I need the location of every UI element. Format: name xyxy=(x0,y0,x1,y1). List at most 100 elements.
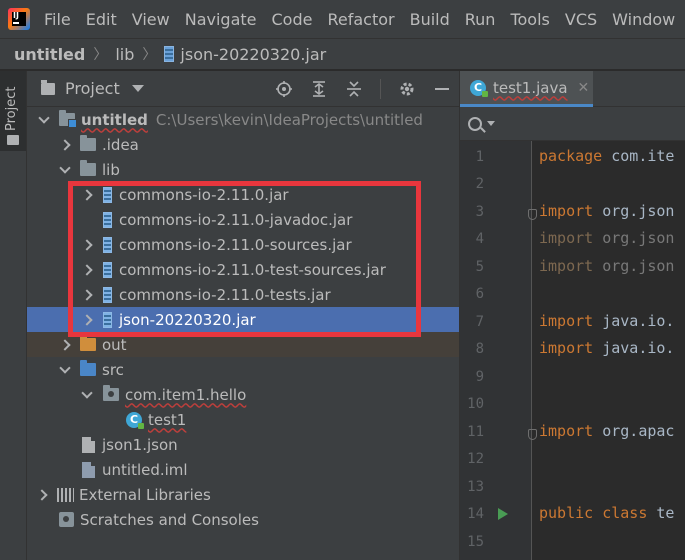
menu-file[interactable]: File xyxy=(44,10,71,29)
chevron-right-icon[interactable] xyxy=(82,290,92,300)
line-number: 5 xyxy=(475,259,484,275)
source-folder-icon xyxy=(80,360,96,376)
panel-toolbar xyxy=(275,71,451,107)
package-icon xyxy=(103,385,119,401)
menu-run[interactable]: Run xyxy=(465,10,496,29)
code-area[interactable]: package com.ite import org.json import o… xyxy=(532,141,685,560)
project-panel-title[interactable]: Project xyxy=(65,79,120,98)
intellij-logo-icon[interactable]: IJ xyxy=(8,8,30,30)
tree-node-iml-file[interactable]: untitled.iml xyxy=(27,457,459,482)
tree-node-jar[interactable]: commons-io-2.11.0-javadoc.jar xyxy=(27,207,459,232)
folder-icon xyxy=(80,135,96,151)
tree-node-root[interactable]: untitled C:\Users\kevin\IdeaProjects\unt… xyxy=(27,107,459,132)
tree-node-jar-selected[interactable]: json-20220320.jar xyxy=(27,307,459,332)
expand-all-icon[interactable] xyxy=(310,80,328,98)
tree-node-jar[interactable]: commons-io-2.11.0.jar xyxy=(27,182,459,207)
tree-label: commons-io-2.11.0-javadoc.jar xyxy=(119,210,353,229)
chevron-right-icon[interactable] xyxy=(82,315,92,325)
project-tool-window-button[interactable]: Project xyxy=(0,71,26,151)
editor-gutter: 1 2 3 4 5 6 7 8 9 10 11 12 13 14 15 xyxy=(460,141,537,560)
jar-icon xyxy=(103,211,112,228)
chevron-right-icon[interactable] xyxy=(60,340,70,350)
iml-file-icon xyxy=(82,461,95,478)
breadcrumb-folder[interactable]: lib xyxy=(115,45,134,64)
menu-window[interactable]: Window xyxy=(612,10,675,29)
chevron-right-icon[interactable] xyxy=(82,240,92,250)
breadcrumb: untitled 〉 lib 〉 json-20220320.jar xyxy=(0,38,685,70)
line-number: 3 xyxy=(475,204,484,220)
folder-icon xyxy=(41,79,55,95)
line-number: 10 xyxy=(467,396,484,412)
editor-pane: C test1.java ✕ 1 2 3 4 5 6 7 8 9 10 11 1… xyxy=(459,71,685,560)
chevron-down-icon[interactable] xyxy=(60,365,70,375)
tree-label: .idea xyxy=(102,135,139,154)
locate-file-icon[interactable] xyxy=(275,80,293,98)
chevron-right-icon[interactable] xyxy=(60,140,70,150)
breadcrumb-project[interactable]: untitled xyxy=(14,45,85,64)
menu-navigate[interactable]: Navigate xyxy=(185,10,257,29)
tree-node-package[interactable]: com.item1.hello xyxy=(27,382,459,407)
search-icon[interactable] xyxy=(468,116,482,131)
gear-icon[interactable] xyxy=(398,80,416,98)
menu-edit[interactable]: Edit xyxy=(86,10,117,29)
chevron-down-icon[interactable] xyxy=(82,390,92,400)
tree-node-jar[interactable]: commons-io-2.11.0-sources.jar xyxy=(27,232,459,257)
close-icon[interactable]: ✕ xyxy=(578,80,590,96)
minimize-icon[interactable] xyxy=(433,80,451,98)
tree-node-jar[interactable]: commons-io-2.11.0-test-sources.jar xyxy=(27,257,459,282)
code-line: public class te xyxy=(539,504,675,522)
tree-node-scratches[interactable]: Scratches and Consoles xyxy=(27,507,459,532)
tree-label: out xyxy=(102,335,127,354)
code-line: import org.json xyxy=(539,202,675,220)
scratches-icon xyxy=(59,512,74,527)
chevron-down-icon[interactable] xyxy=(39,115,49,125)
menu-tools[interactable]: Tools xyxy=(510,10,549,29)
line-number: 8 xyxy=(475,341,484,357)
tree-label: src xyxy=(102,360,124,379)
menu-bar: IJ File Edit View Navigate Code Refactor… xyxy=(0,0,685,38)
jar-icon xyxy=(103,261,112,278)
tree-label: commons-io-2.11.0-tests.jar xyxy=(119,285,331,304)
chevron-down-icon[interactable] xyxy=(131,85,144,92)
tree-node-class[interactable]: C test1 xyxy=(27,407,459,432)
menu-build[interactable]: Build xyxy=(410,10,450,29)
chevron-down-icon[interactable] xyxy=(487,121,495,126)
jar-icon xyxy=(103,286,112,303)
line-number: 12 xyxy=(467,451,484,467)
menu-vcs[interactable]: VCS xyxy=(565,10,597,29)
menu-refactor[interactable]: Refactor xyxy=(327,10,394,29)
breadcrumb-separator-icon: 〉 xyxy=(142,47,157,63)
jar-icon xyxy=(103,311,112,328)
tree-node-out[interactable]: out xyxy=(27,332,459,357)
line-number: 4 xyxy=(475,231,484,247)
tree-node-json-file[interactable]: json1.json xyxy=(27,432,459,457)
menu-view[interactable]: View xyxy=(132,10,170,29)
java-class-icon: C xyxy=(470,79,488,97)
line-number: 6 xyxy=(475,286,484,302)
breadcrumb-file[interactable]: json-20220320.jar xyxy=(180,45,326,64)
code-line: import org.json xyxy=(539,257,675,275)
tree-label: test1 xyxy=(148,410,187,429)
tree-label: commons-io-2.11.0-test-sources.jar xyxy=(119,260,386,279)
run-icon[interactable] xyxy=(498,508,508,520)
chevron-right-icon[interactable] xyxy=(82,265,92,275)
tree-node-idea[interactable]: .idea xyxy=(27,132,459,157)
collapse-all-icon[interactable] xyxy=(345,80,363,98)
chevron-right-icon[interactable] xyxy=(82,190,92,200)
chevron-down-icon[interactable] xyxy=(60,165,70,175)
tree-node-external-libraries[interactable]: External Libraries xyxy=(27,482,459,507)
line-number: 1 xyxy=(475,149,484,165)
menu-code[interactable]: Code xyxy=(272,10,313,29)
tree-label: commons-io-2.11.0.jar xyxy=(119,185,289,204)
json-file-icon xyxy=(82,436,95,453)
code-line: import java.io. xyxy=(539,339,675,357)
tab-test1-java[interactable]: C test1.java ✕ xyxy=(460,71,593,107)
breadcrumb-separator-icon: 〉 xyxy=(93,47,108,63)
tree-node-src[interactable]: src xyxy=(27,357,459,382)
chevron-right-icon[interactable] xyxy=(37,490,47,500)
tree-node-lib[interactable]: lib xyxy=(27,157,459,182)
editor-tab-bar: C test1.java ✕ xyxy=(460,71,685,107)
line-number: 7 xyxy=(475,314,484,330)
tree-node-jar[interactable]: commons-io-2.11.0-tests.jar xyxy=(27,282,459,307)
line-number: 13 xyxy=(467,479,484,495)
